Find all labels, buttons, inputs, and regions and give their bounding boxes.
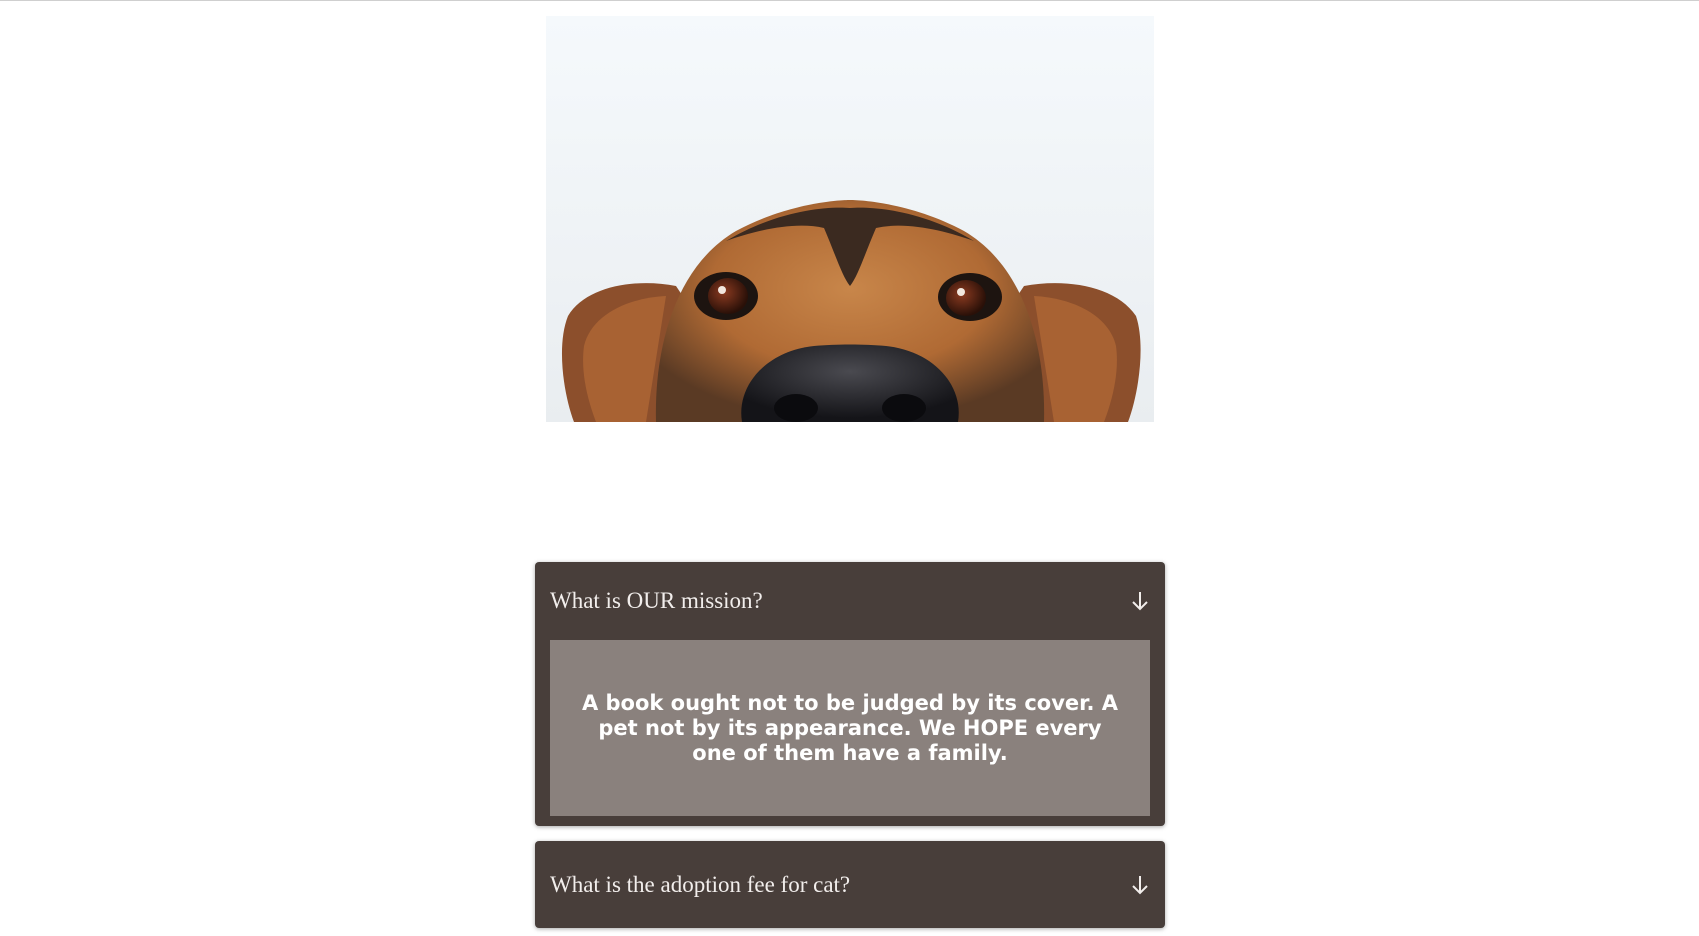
faq-question-adoption-fee[interactable]: What is the adoption fee for cat?: [535, 841, 1165, 928]
faq-question-mission[interactable]: What is OUR mission?: [535, 562, 1165, 640]
faq-item-mission: What is OUR mission? A book ought not to…: [535, 562, 1165, 826]
faq-item-adoption-fee: What is the adoption fee for cat?: [535, 841, 1165, 928]
top-border: [0, 0, 1699, 1]
faq-answer-mission: A book ought not to be judged by its cov…: [550, 640, 1150, 816]
faq-answer-text: A book ought not to be judged by its cov…: [581, 690, 1119, 765]
arrow-down-icon[interactable]: [1130, 873, 1150, 897]
hero-dog-image: [546, 16, 1154, 422]
arrow-down-icon[interactable]: [1130, 589, 1150, 613]
faq-question-text: What is OUR mission?: [550, 588, 763, 613]
faq-question-text: What is the adoption fee for cat?: [550, 871, 851, 897]
